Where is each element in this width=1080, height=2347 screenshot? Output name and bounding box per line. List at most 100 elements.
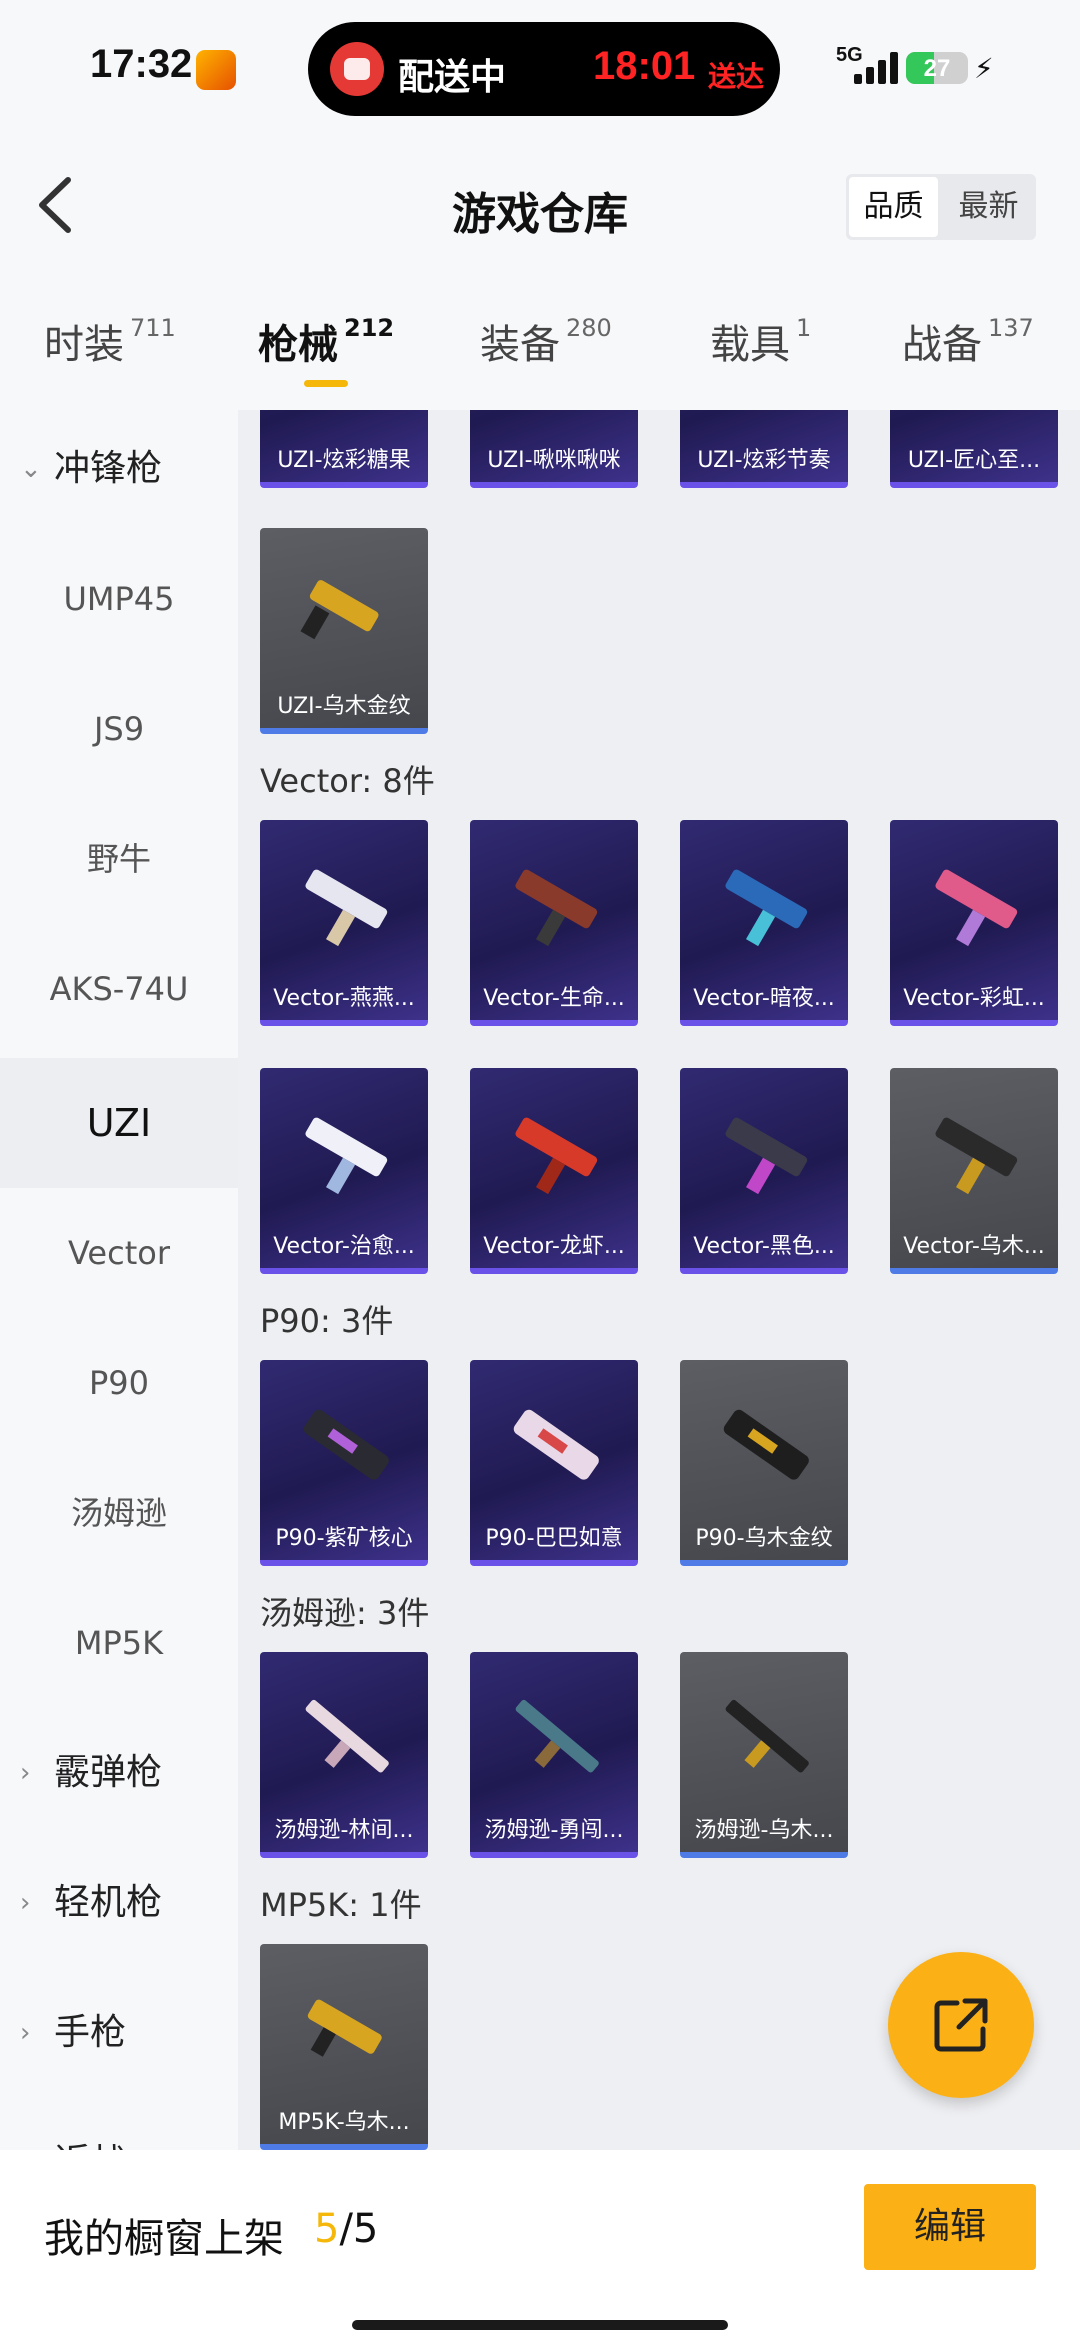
island-time: 18:01 [593, 44, 696, 88]
gun-icon [305, 869, 388, 947]
bolt-icon: ⚡ [974, 52, 994, 85]
chevron-right-icon: › [20, 2018, 31, 2048]
item-card[interactable]: Vector-乌木... [890, 1068, 1058, 1274]
sidebar-item-p90[interactable]: P90 [0, 1318, 238, 1448]
island-time-suffix: 送达 [708, 60, 765, 93]
section-heading: Vector: 8件 [260, 762, 435, 800]
item-card[interactable]: UZI-炫彩节奏 [680, 410, 848, 488]
item-name: UZI-乌木金纹 [277, 694, 411, 719]
sidebar-group-pistol[interactable]: › 手枪 [0, 1968, 238, 2098]
tab-label: 枪械 [258, 322, 338, 368]
tab-count: 1 [796, 314, 812, 342]
sidebar-group-label: 手枪 [54, 2012, 127, 2053]
item-card[interactable]: Vector-治愈... [260, 1068, 428, 1274]
item-card[interactable]: MP5K-乌木... [260, 1944, 428, 2150]
item-name: UZI-啾咪啾咪 [487, 448, 621, 473]
item-name: MP5K-乌木... [278, 2110, 410, 2135]
section-heading: P90: 3件 [260, 1302, 394, 1340]
item-name: P90-巴巴如意 [485, 1526, 623, 1551]
home-indicator[interactable] [352, 2320, 728, 2330]
item-card[interactable]: Vector-暗夜... [680, 820, 848, 1026]
chevron-right-icon: › [20, 1758, 31, 1788]
item-name: Vector-治愈... [273, 1234, 415, 1259]
sidebar-group-shotgun[interactable]: › 霰弹枪 [0, 1708, 238, 1838]
gun-icon [303, 1409, 389, 1480]
chevron-right-icon: › [20, 1888, 31, 1918]
sidebar: ⌄ 冲锋枪 UMP45 JS9 野牛 AKS-74U UZI Vector P9… [0, 410, 238, 2150]
item-card[interactable]: 汤姆逊-勇闯... [470, 1652, 638, 1858]
sort-option-quality[interactable]: 品质 [849, 177, 938, 237]
gun-icon [513, 1409, 599, 1480]
item-name: Vector-暗夜... [693, 986, 835, 1011]
battery-icon: 27 [906, 52, 968, 84]
item-name: 汤姆逊-乌木... [694, 1818, 834, 1843]
tab-label: 载具 [710, 322, 790, 368]
gun-icon [723, 1409, 809, 1480]
sort-toggle[interactable]: 品质 最新 [846, 174, 1036, 240]
item-name: Vector-生命... [483, 986, 625, 1011]
tab-indicator [304, 380, 348, 387]
item-card[interactable]: Vector-龙虾... [470, 1068, 638, 1274]
item-card[interactable]: UZI-乌木金纹 [260, 528, 428, 734]
tab-count: 137 [988, 314, 1034, 342]
sidebar-group-melee[interactable]: › 近战 [0, 2098, 238, 2150]
tab-fashion[interactable]: 时装 711 [44, 312, 176, 370]
sidebar-group-label: 轻机枪 [54, 1882, 163, 1923]
chevron-down-icon: ⌄ [20, 454, 42, 484]
item-name: UZI-炫彩糖果 [277, 448, 411, 473]
sidebar-item-bison[interactable]: 野牛 [0, 794, 238, 924]
item-name: Vector-彩虹... [903, 986, 1045, 1011]
item-card[interactable]: Vector-黑色... [680, 1068, 848, 1274]
sidebar-group-lmg[interactable]: › 轻机枪 [0, 1838, 238, 1968]
showcase-count-total: /5 [339, 2206, 379, 2252]
item-card[interactable]: 汤姆逊-林间... [260, 1652, 428, 1858]
tab-label: 战备 [902, 322, 982, 368]
sidebar-item-ump45[interactable]: UMP45 [0, 534, 238, 664]
item-card[interactable]: Vector-生命... [470, 820, 638, 1026]
item-name: UZI-炫彩节奏 [697, 448, 831, 473]
sidebar-item-mp5k[interactable]: MP5K [0, 1578, 238, 1708]
gun-icon [300, 580, 379, 640]
gun-icon [725, 1699, 809, 1773]
share-button[interactable] [888, 1952, 1034, 2098]
item-card[interactable]: UZI-啾咪啾咪 [470, 410, 638, 488]
sidebar-item-uzi[interactable]: UZI [0, 1058, 238, 1188]
tab-equipment[interactable]: 装备 280 [480, 312, 612, 370]
tab-label: 时装 [44, 322, 124, 368]
tab-supplies[interactable]: 战备 137 [902, 312, 1034, 370]
item-card[interactable]: 汤姆逊-乌木... [680, 1652, 848, 1858]
item-card[interactable]: Vector-燕燕... [260, 820, 428, 1026]
item-name: Vector-乌木... [903, 1234, 1045, 1259]
sidebar-item-aks74u[interactable]: AKS-74U [0, 924, 238, 1054]
sort-option-newest[interactable]: 最新 [944, 177, 1033, 237]
sidebar-item-thompson[interactable]: 汤姆逊 [0, 1448, 238, 1578]
sidebar-group-label: 冲锋枪 [54, 448, 163, 489]
item-card[interactable]: P90-紫矿核心 [260, 1360, 428, 1566]
item-card[interactable]: Vector-彩虹... [890, 820, 1058, 1026]
gun-icon [305, 1117, 388, 1195]
item-name: 汤姆逊-勇闯... [484, 1818, 624, 1843]
item-name: 汤姆逊-林间... [274, 1818, 414, 1843]
sidebar-group-smg[interactable]: ⌄ 冲锋枪 [0, 410, 238, 534]
tab-vehicles[interactable]: 载具 1 [710, 312, 811, 370]
item-card[interactable]: UZI-炫彩糖果 [260, 410, 428, 488]
tab-count: 280 [566, 314, 612, 342]
edit-button[interactable]: 编辑 [864, 2184, 1036, 2270]
status-bar: 17:32 配送中 18:01 送达 5G 27 ⚡ [0, 0, 1080, 140]
gun-icon [515, 1699, 599, 1773]
battery-level: 27 [923, 55, 951, 82]
app-icon [196, 50, 236, 90]
dynamic-island[interactable]: 配送中 18:01 送达 [308, 22, 780, 116]
item-card[interactable]: P90-乌木金纹 [680, 1360, 848, 1566]
item-name: P90-紫矿核心 [275, 1526, 413, 1551]
bottom-bar: 我的橱窗上架 5/5 编辑 [0, 2150, 1080, 2347]
gun-icon [515, 869, 598, 947]
sidebar-item-js9[interactable]: JS9 [0, 664, 238, 794]
tab-count: 711 [130, 314, 176, 342]
tab-guns[interactable]: 枪械 212 [258, 312, 394, 370]
sidebar-item-vector[interactable]: Vector [0, 1188, 238, 1318]
sidebar-group-label: 近战 [54, 2142, 126, 2150]
item-card[interactable]: UZI-匠心至... [890, 410, 1058, 488]
item-card[interactable]: P90-巴巴如意 [470, 1360, 638, 1566]
gun-icon [515, 1117, 598, 1195]
